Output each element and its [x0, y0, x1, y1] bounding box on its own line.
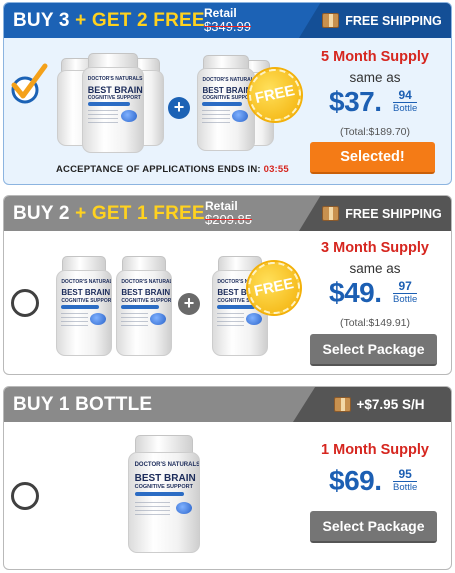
retail-value: $349.99 [204, 19, 251, 34]
brain-icon [176, 502, 192, 515]
package-box-icon [322, 206, 340, 221]
bottle-name: BEST BRAIN [202, 86, 252, 96]
price-cents: 95 [393, 468, 418, 482]
deal-quantity: BUY 1 BOTTLE [13, 393, 153, 415]
shipping-label: +$7.95 S/H [356, 397, 425, 412]
product-bottle: DOCTOR'S NATURALS BEST BRAIN COGNITIVE S… [82, 53, 144, 153]
price-per-bottle: $49. 97 Bottle [329, 277, 418, 309]
bottle-name: BEST BRAIN [61, 288, 111, 298]
bottle-subtitle: COGNITIVE SUPPORT [134, 484, 193, 491]
package-box-icon [322, 13, 340, 28]
package-header: BUY 1 BOTTLE +$7.95 S/H [4, 387, 451, 422]
total-price: (Total:$149.91) [339, 317, 411, 329]
per-unit: Bottle [393, 482, 418, 493]
acceptance-text: ACCEPTANCE OF APPLICATIONS ENDS IN: [56, 164, 261, 175]
package-card-3-month[interactable]: BUY 2 + GET 1 FREE Retail $209.85 FREE S… [3, 195, 452, 375]
bottle-brand: DOCTOR'S NATURALS [121, 279, 172, 286]
price-per-bottle: $37. 94 Bottle [329, 86, 418, 118]
retail-label: Retail [204, 6, 237, 20]
shipping-banner: FREE SHIPPING [299, 3, 451, 38]
brain-icon [149, 313, 166, 325]
price-dollars: $49. [329, 277, 382, 308]
deal-title: BUY 3 + GET 2 FREE [4, 3, 205, 38]
bottle-subtitle: COGNITIVE SUPPORT [202, 95, 255, 102]
shipping-banner: +$7.95 S/H [293, 387, 451, 422]
plus-icon: + [168, 97, 190, 119]
brain-icon [245, 313, 262, 325]
selected-button[interactable]: Selected! [310, 142, 435, 174]
package-radio[interactable] [11, 289, 39, 317]
same-as-label: same as [349, 261, 401, 276]
countdown-timer: 03:55 [263, 164, 289, 175]
supply-label: 1 Month Supply [321, 442, 429, 458]
package-card-5-month[interactable]: BUY 3 + GET 2 FREE Retail $349.99 FREE S… [3, 2, 452, 185]
retail-label: Retail [205, 199, 238, 213]
bottle-brand: DOCTOR'S NATURALS [61, 279, 112, 286]
checkmark-icon [11, 63, 48, 104]
product-bottle: DOCTOR'S NATURALS BEST BRAIN COGNITIVE S… [116, 256, 172, 356]
product-bottle: DOCTOR'S NATURALS BEST BRAIN COGNITIVE S… [197, 55, 255, 151]
price-per-bottle: $69. 95 Bottle [329, 465, 418, 497]
same-as-label: same as [349, 70, 401, 85]
bottle-name: BEST BRAIN [134, 473, 196, 485]
deal-quantity: BUY 3 [13, 9, 70, 31]
bottle-subtitle: COGNITIVE SUPPORT [61, 297, 112, 304]
shipping-label: FREE SHIPPING [345, 13, 442, 28]
shipping-label: FREE SHIPPING [345, 206, 442, 221]
product-bottle: DOCTOR'S NATURALS BEST BRAIN COGNITIVE S… [128, 435, 200, 553]
shipping-banner: FREE SHIPPING [299, 196, 451, 231]
brain-icon [89, 313, 106, 325]
bottle-brand: DOCTOR'S NATURALS [134, 462, 200, 469]
brain-icon [232, 109, 249, 122]
package-radio[interactable] [11, 482, 39, 510]
deal-title: BUY 2 + GET 1 FREE [4, 196, 205, 231]
total-price: (Total:$189.70) [339, 126, 411, 138]
retail-price: Retail $349.99 [204, 6, 251, 34]
plus-icon: + [178, 293, 200, 315]
bottle-brand: DOCTOR'S NATURALS [87, 76, 143, 83]
deal-quantity: BUY 2 [13, 202, 70, 224]
supply-label: 5 Month Supply [321, 49, 429, 65]
package-box-icon [333, 397, 351, 412]
supply-label: 3 Month Supply [321, 240, 429, 256]
product-bottle: DOCTOR'S NATURALS BEST BRAIN COGNITIVE S… [56, 256, 112, 356]
retail-value: $209.85 [205, 212, 252, 227]
price-dollars: $69. [329, 465, 382, 496]
retail-price: Retail $209.85 [205, 199, 252, 227]
package-card-1-month[interactable]: BUY 1 BOTTLE +$7.95 S/H DOCTOR'S NATURAL… [3, 386, 452, 570]
package-header: BUY 3 + GET 2 FREE Retail $349.99 FREE S… [4, 3, 451, 38]
per-unit: Bottle [393, 103, 418, 114]
select-package-button[interactable]: Select Package [310, 334, 437, 366]
deal-free: + GET 1 FREE [75, 202, 205, 224]
bottle-brand: DOCTOR'S NATURALS [202, 77, 255, 84]
deal-title: BUY 1 BOTTLE [4, 387, 152, 422]
bottle-subtitle: COGNITIVE SUPPORT [87, 94, 141, 101]
acceptance-countdown: ACCEPTANCE OF APPLICATIONS ENDS IN: 03:5… [56, 164, 289, 175]
price-dollars: $37. [329, 86, 382, 117]
per-unit: Bottle [393, 294, 418, 305]
brain-icon [121, 110, 137, 122]
package-header: BUY 2 + GET 1 FREE Retail $209.85 FREE S… [4, 196, 451, 231]
price-cents: 94 [393, 89, 418, 103]
price-cents: 97 [393, 280, 418, 294]
select-package-button[interactable]: Select Package [310, 511, 437, 543]
bottle-subtitle: COGNITIVE SUPPORT [121, 297, 172, 304]
deal-free: + GET 2 FREE [75, 9, 205, 31]
bottle-name: BEST BRAIN [121, 288, 171, 298]
